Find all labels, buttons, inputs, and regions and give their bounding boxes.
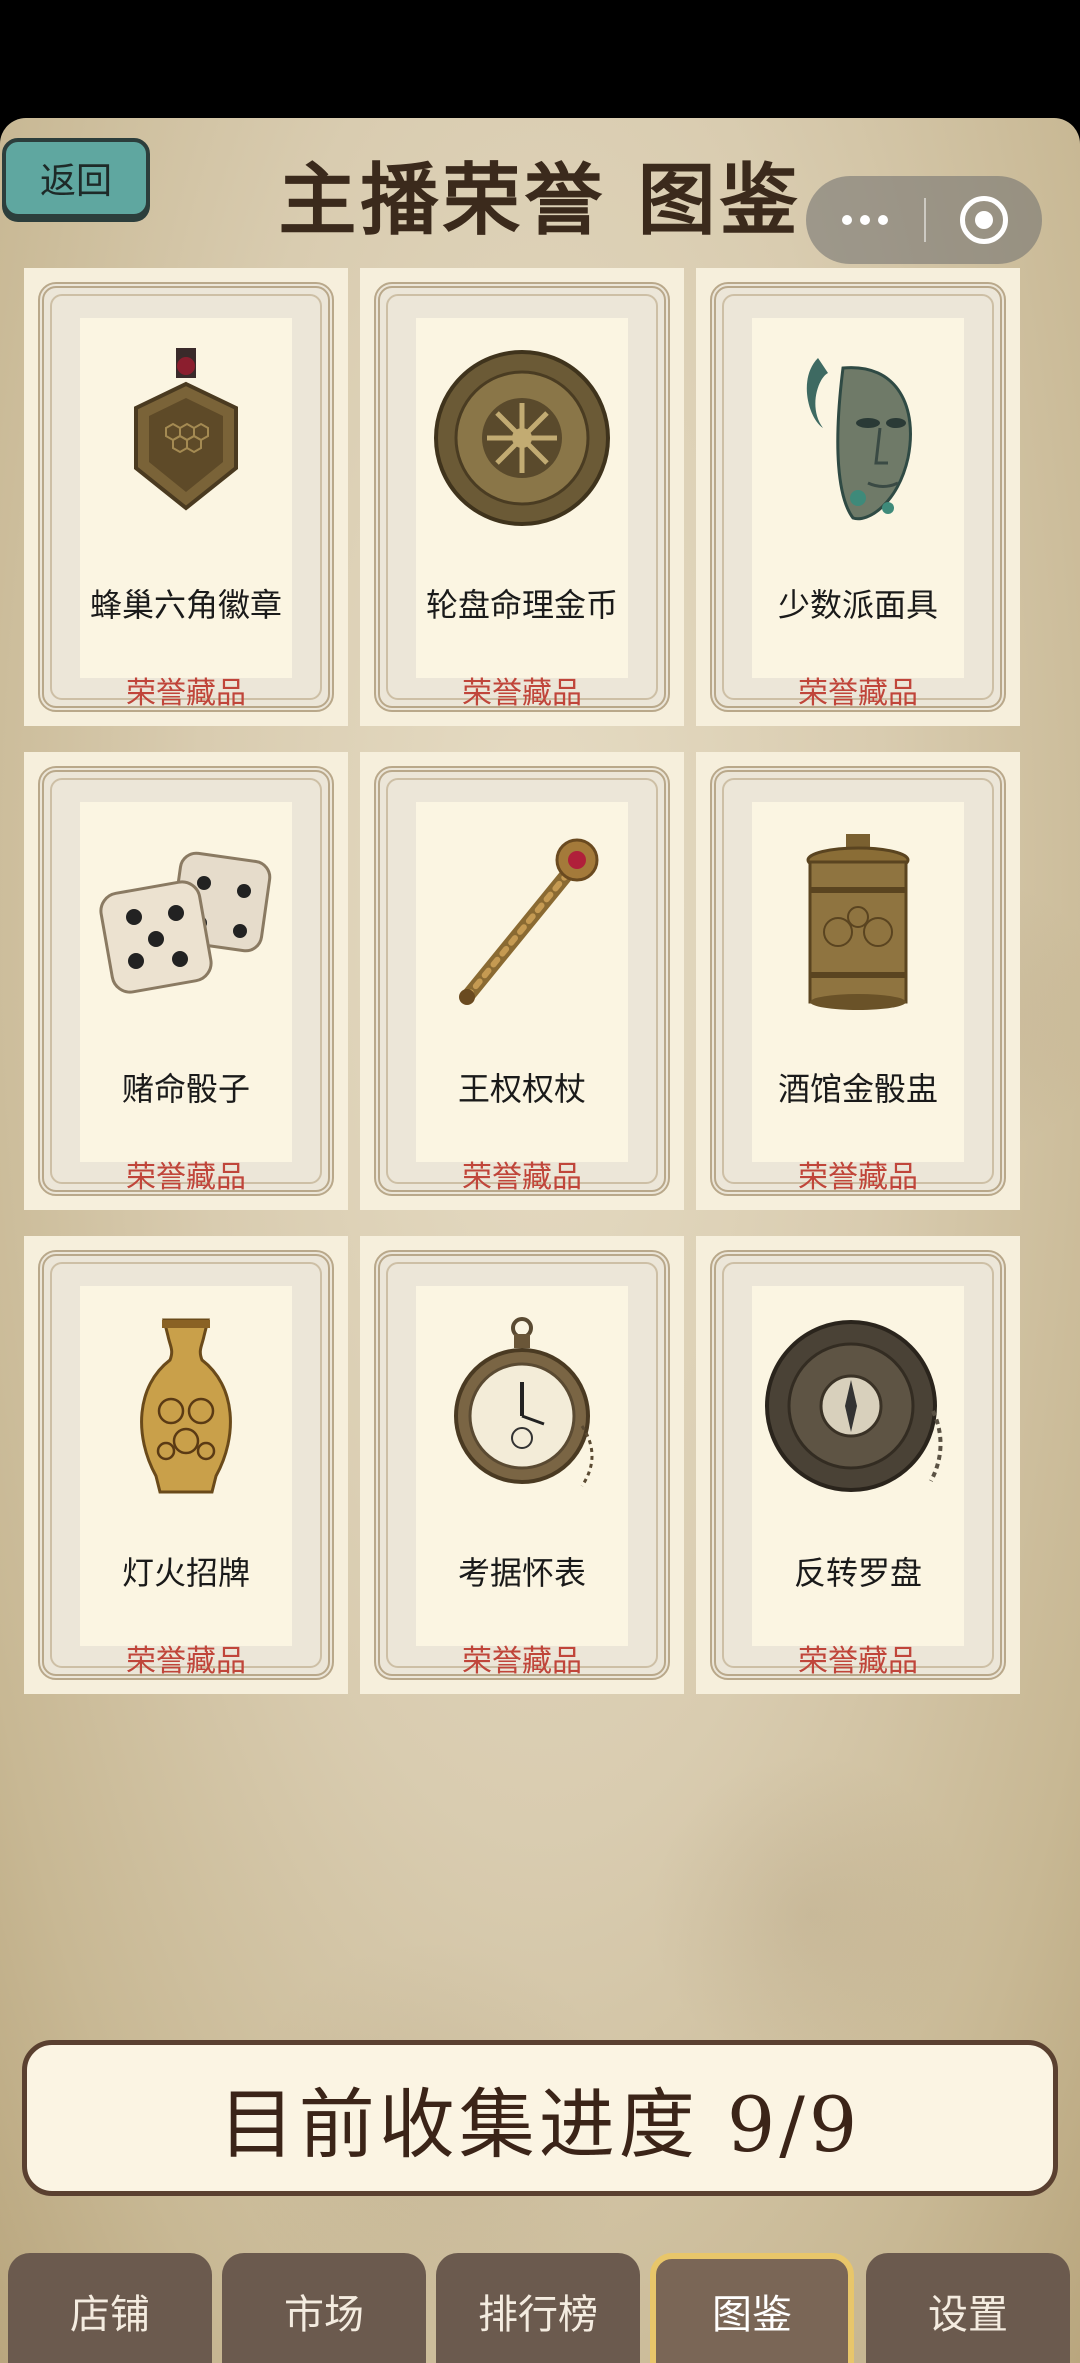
bronze-mask-icon xyxy=(752,348,964,528)
compass-icon xyxy=(752,1316,964,1496)
status-bar xyxy=(0,0,1080,120)
dice-icon xyxy=(80,832,292,1012)
card-inner: 考据怀表 荣誉藏品 xyxy=(416,1286,628,1679)
vase-icon xyxy=(80,1316,292,1496)
card-tag: 荣誉藏品 xyxy=(798,1644,918,1679)
collection-card[interactable]: 王权权杖 荣誉藏品 xyxy=(360,752,684,1210)
card-inner: 轮盘命理金币 荣誉藏品 xyxy=(416,318,628,711)
collection-card[interactable]: 考据怀表 荣誉藏品 xyxy=(360,1236,684,1694)
collection-card[interactable]: 轮盘命理金币 荣誉藏品 xyxy=(360,268,684,726)
card-tag: 荣誉藏品 xyxy=(462,676,582,711)
dice-cup-icon xyxy=(752,832,964,1012)
card-name: 考据怀表 xyxy=(457,1554,586,1592)
bottom-tab-bar: 店铺 市场 排行榜 图鉴 设置 xyxy=(0,2243,1080,2363)
scepter-icon xyxy=(416,832,628,1012)
card-inner: 蜂巢六角徽章 荣誉藏品 xyxy=(80,318,292,711)
card-name: 少数派面具 xyxy=(777,586,938,624)
tab-shop[interactable]: 店铺 xyxy=(8,2253,212,2363)
roulette-coin-icon xyxy=(416,348,628,528)
card-inner: 酒馆金骰盅 荣誉藏品 xyxy=(752,802,964,1195)
app-container: 返回 主播荣誉 图鉴 蜂巢六角徽章 荣誉藏品 轮盘命理金币 荣誉藏品 少数派面具… xyxy=(0,118,1080,2363)
card-name: 赌命骰子 xyxy=(121,1070,250,1108)
collection-card[interactable]: 赌命骰子 荣誉藏品 xyxy=(24,752,348,1210)
tab-market[interactable]: 市场 xyxy=(222,2253,426,2363)
card-inner: 灯火招牌 荣誉藏品 xyxy=(80,1286,292,1679)
card-tag: 荣誉藏品 xyxy=(462,1644,582,1679)
collection-card[interactable]: 灯火招牌 荣誉藏品 xyxy=(24,1236,348,1694)
card-name: 蜂巢六角徽章 xyxy=(89,586,282,624)
collection-card[interactable]: 少数派面具 荣誉藏品 xyxy=(696,268,1020,726)
collection-card[interactable]: 蜂巢六角徽章 荣誉藏品 xyxy=(24,268,348,726)
card-name: 灯火招牌 xyxy=(121,1554,250,1592)
hexagon-medal-icon xyxy=(80,348,292,528)
card-tag: 荣誉藏品 xyxy=(126,676,246,711)
card-name: 酒馆金骰盅 xyxy=(777,1070,938,1108)
tab-leaderboard[interactable]: 排行榜 xyxy=(436,2253,640,2363)
card-name: 反转罗盘 xyxy=(793,1554,922,1592)
tab-collection[interactable]: 图鉴 xyxy=(650,2253,854,2363)
card-tag: 荣誉藏品 xyxy=(462,1160,582,1195)
mini-program-capsule xyxy=(806,176,1042,264)
card-tag: 荣誉藏品 xyxy=(798,676,918,711)
card-name: 轮盘命理金币 xyxy=(425,586,618,624)
more-menu-icon[interactable] xyxy=(806,176,924,264)
collection-progress: 目前收集进度 9/9 xyxy=(22,2040,1058,2196)
card-name: 王权权杖 xyxy=(457,1070,586,1108)
card-inner: 赌命骰子 荣誉藏品 xyxy=(80,802,292,1195)
close-target-icon[interactable] xyxy=(926,176,1042,264)
collection-card[interactable]: 反转罗盘 荣誉藏品 xyxy=(696,1236,1020,1694)
collection-card[interactable]: 酒馆金骰盅 荣誉藏品 xyxy=(696,752,1020,1210)
card-inner: 王权权杖 荣誉藏品 xyxy=(416,802,628,1195)
card-tag: 荣誉藏品 xyxy=(126,1160,246,1195)
card-inner: 少数派面具 荣誉藏品 xyxy=(752,318,964,711)
pocket-watch-icon xyxy=(416,1316,628,1496)
card-tag: 荣誉藏品 xyxy=(126,1644,246,1679)
card-inner: 反转罗盘 荣誉藏品 xyxy=(752,1286,964,1679)
card-tag: 荣誉藏品 xyxy=(798,1160,918,1195)
tab-settings[interactable]: 设置 xyxy=(866,2253,1070,2363)
